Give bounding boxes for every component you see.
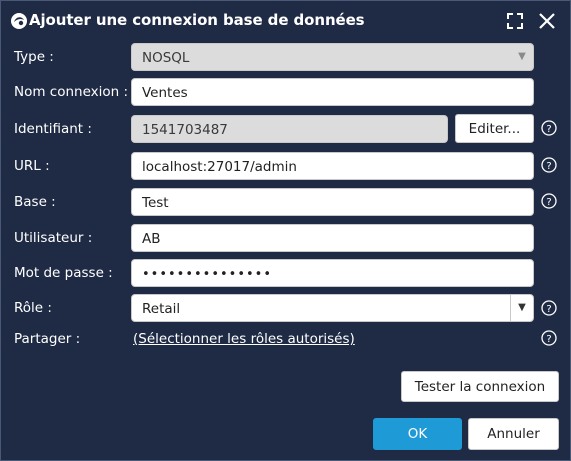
password-value: ••••••••••••••• <box>142 267 273 282</box>
share-label: Partager : <box>14 331 81 347</box>
help-icon[interactable]: ? <box>541 330 557 346</box>
help-icon[interactable]: ? <box>541 157 557 173</box>
svg-text:?: ? <box>546 197 551 208</box>
select-authorized-roles-link[interactable]: (Sélectionner les rôles autorisés) <box>133 331 355 347</box>
base-label: Base : <box>14 194 56 210</box>
type-select: NOSQL ▼ <box>131 43 534 71</box>
connection-name-value: Ventes <box>142 85 188 101</box>
type-value: NOSQL <box>142 50 190 66</box>
svg-text:?: ? <box>546 334 551 345</box>
password-input[interactable]: ••••••••••••••• <box>131 259 534 287</box>
url-value: localhost:27017/admin <box>142 159 297 175</box>
database-connection-icon <box>11 13 27 29</box>
type-label: Type : <box>14 49 54 65</box>
cancel-button[interactable]: Annuler <box>468 418 559 450</box>
chevron-down-icon: ▼ <box>518 51 526 62</box>
url-input[interactable]: localhost:27017/admin <box>131 152 534 180</box>
user-value: AB <box>142 231 161 247</box>
svg-text:?: ? <box>546 304 551 315</box>
test-connection-button[interactable]: Tester la connexion <box>401 371 559 402</box>
user-input[interactable]: AB <box>131 224 534 252</box>
identifier-value: 1541703487 <box>142 122 228 138</box>
url-label: URL : <box>14 158 50 174</box>
add-database-connection-dialog: Ajouter une connexion base de données Ty… <box>0 0 571 461</box>
edit-identifier-button[interactable]: Editer... <box>455 114 534 143</box>
identifier-label: Identifiant : <box>14 121 92 137</box>
help-icon[interactable]: ? <box>541 300 557 316</box>
maximize-icon[interactable] <box>506 12 524 30</box>
help-icon[interactable]: ? <box>541 193 557 209</box>
name-label: Nom connexion : <box>14 84 129 100</box>
svg-text:?: ? <box>546 124 551 135</box>
connection-name-input[interactable]: Ventes <box>131 78 534 106</box>
role-value: Retail <box>142 301 181 317</box>
identifier-field: 1541703487 <box>131 115 448 143</box>
dialog-titlebar: Ajouter une connexion base de données <box>1 1 570 39</box>
svg-text:?: ? <box>546 161 551 172</box>
help-icon[interactable]: ? <box>541 120 557 136</box>
ok-button[interactable]: OK <box>373 418 462 450</box>
role-label: Rôle : <box>14 300 52 316</box>
password-label: Mot de passe : <box>14 265 113 281</box>
dialog-title: Ajouter une connexion base de données <box>29 11 365 29</box>
user-label: Utilisateur : <box>14 230 93 246</box>
close-icon[interactable] <box>538 12 556 30</box>
chevron-down-icon[interactable]: ▼ <box>510 295 533 321</box>
base-input[interactable]: Test <box>131 188 534 216</box>
role-select[interactable]: Retail ▼ <box>131 294 534 322</box>
base-value: Test <box>142 195 169 211</box>
